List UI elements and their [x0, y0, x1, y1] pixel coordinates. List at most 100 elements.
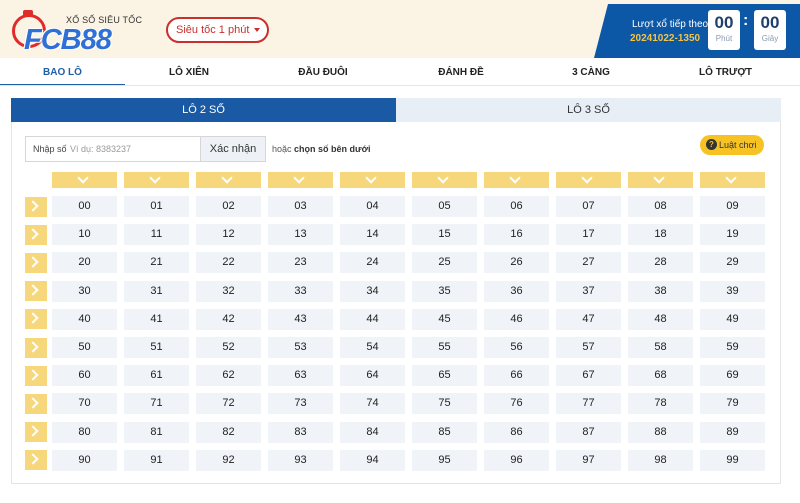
number-cell[interactable]: 91: [124, 449, 189, 471]
row-select-2[interactable]: [25, 252, 47, 273]
number-cell[interactable]: 16: [484, 224, 549, 246]
number-cell[interactable]: 94: [340, 449, 405, 471]
column-select-6[interactable]: [484, 172, 549, 188]
number-cell[interactable]: 95: [412, 449, 477, 471]
row-select-1[interactable]: [25, 224, 47, 245]
number-cell[interactable]: 32: [196, 280, 261, 302]
number-cell[interactable]: 21: [124, 252, 189, 274]
speed-select[interactable]: Siêu tốc 1 phút: [166, 17, 270, 43]
number-cell[interactable]: 63: [268, 365, 333, 387]
row-select-9[interactable]: [25, 450, 47, 471]
number-cell[interactable]: 37: [556, 280, 621, 302]
number-cell[interactable]: 06: [484, 196, 549, 217]
number-cell[interactable]: 69: [700, 365, 765, 387]
number-cell[interactable]: 80: [52, 421, 117, 443]
tab-bao-lo[interactable]: BAO LÔ: [0, 62, 125, 86]
number-cell[interactable]: 26: [484, 252, 549, 274]
number-cell[interactable]: 84: [340, 421, 405, 443]
row-select-8[interactable]: [25, 422, 47, 443]
number-cell[interactable]: 65: [412, 365, 477, 387]
number-cell[interactable]: 73: [268, 393, 333, 415]
number-cell[interactable]: 60: [52, 365, 117, 387]
number-cell[interactable]: 64: [340, 365, 405, 387]
row-select-5[interactable]: [25, 337, 47, 358]
number-cell[interactable]: 27: [556, 252, 621, 274]
number-cell[interactable]: 72: [196, 393, 261, 415]
number-cell[interactable]: 56: [484, 337, 549, 358]
number-cell[interactable]: 12: [196, 224, 261, 246]
number-cell[interactable]: 46: [484, 308, 549, 330]
number-cell[interactable]: 48: [628, 308, 693, 330]
number-cell[interactable]: 67: [556, 365, 621, 387]
rules-button[interactable]: ? Luật chơi: [700, 135, 764, 155]
column-select-8[interactable]: [628, 172, 693, 188]
column-select-7[interactable]: [556, 172, 621, 188]
number-cell[interactable]: 93: [268, 449, 333, 471]
number-cell[interactable]: 77: [556, 393, 621, 415]
column-select-2[interactable]: [196, 172, 261, 188]
number-cell[interactable]: 09: [700, 196, 765, 217]
number-cell[interactable]: 90: [52, 449, 117, 471]
number-cell[interactable]: 34: [340, 280, 405, 302]
number-cell[interactable]: 81: [124, 421, 189, 443]
number-cell[interactable]: 54: [340, 337, 405, 358]
number-cell[interactable]: 52: [196, 337, 261, 358]
number-cell[interactable]: 47: [556, 308, 621, 330]
number-cell[interactable]: 66: [484, 365, 549, 387]
number-cell[interactable]: 20: [52, 252, 117, 274]
column-select-3[interactable]: [268, 172, 333, 188]
number-cell[interactable]: 07: [556, 196, 621, 217]
number-cell[interactable]: 36: [484, 280, 549, 302]
number-cell[interactable]: 50: [52, 337, 117, 358]
number-cell[interactable]: 03: [268, 196, 333, 217]
row-select-0[interactable]: [25, 196, 47, 217]
number-cell[interactable]: 97: [556, 449, 621, 471]
number-cell[interactable]: 79: [700, 393, 765, 415]
tab-dau-duoi[interactable]: ĐẦU ĐUÔI: [253, 62, 393, 86]
number-cell[interactable]: 35: [412, 280, 477, 302]
number-cell[interactable]: 86: [484, 421, 549, 443]
number-cell[interactable]: 99: [700, 449, 765, 471]
column-select-1[interactable]: [124, 172, 189, 188]
number-cell[interactable]: 30: [52, 280, 117, 302]
confirm-button[interactable]: Xác nhận: [200, 137, 265, 161]
number-cell[interactable]: 71: [124, 393, 189, 415]
row-select-7[interactable]: [25, 393, 47, 414]
number-cell[interactable]: 87: [556, 421, 621, 443]
row-select-4[interactable]: [25, 309, 47, 330]
number-cell[interactable]: 49: [700, 308, 765, 330]
number-cell[interactable]: 23: [268, 252, 333, 274]
number-cell[interactable]: 82: [196, 421, 261, 443]
number-cell[interactable]: 51: [124, 337, 189, 358]
number-cell[interactable]: 59: [700, 337, 765, 358]
number-cell[interactable]: 89: [700, 421, 765, 443]
row-select-3[interactable]: [25, 281, 47, 302]
subtab-lo-2-so[interactable]: LÔ 2 SỐ: [11, 98, 396, 122]
number-cell[interactable]: 74: [340, 393, 405, 415]
number-cell[interactable]: 92: [196, 449, 261, 471]
number-cell[interactable]: 53: [268, 337, 333, 358]
number-cell[interactable]: 22: [196, 252, 261, 274]
column-select-9[interactable]: [700, 172, 765, 188]
column-select-4[interactable]: [340, 172, 405, 188]
number-cell[interactable]: 15: [412, 224, 477, 246]
number-cell[interactable]: 10: [52, 224, 117, 246]
number-cell[interactable]: 19: [700, 224, 765, 246]
tab-lo-truot[interactable]: LÔ TRƯỢT: [653, 62, 798, 86]
number-cell[interactable]: 00: [52, 196, 117, 217]
number-cell[interactable]: 13: [268, 224, 333, 246]
number-cell[interactable]: 55: [412, 337, 477, 358]
number-cell[interactable]: 40: [52, 308, 117, 330]
number-cell[interactable]: 88: [628, 421, 693, 443]
number-cell[interactable]: 75: [412, 393, 477, 415]
number-cell[interactable]: 14: [340, 224, 405, 246]
number-cell[interactable]: 17: [556, 224, 621, 246]
number-cell[interactable]: 42: [196, 308, 261, 330]
number-cell[interactable]: 98: [628, 449, 693, 471]
number-cell[interactable]: 24: [340, 252, 405, 274]
row-select-6[interactable]: [25, 365, 47, 386]
number-cell[interactable]: 85: [412, 421, 477, 443]
number-cell[interactable]: 05: [412, 196, 477, 217]
number-cell[interactable]: 62: [196, 365, 261, 387]
number-cell[interactable]: 58: [628, 337, 693, 358]
